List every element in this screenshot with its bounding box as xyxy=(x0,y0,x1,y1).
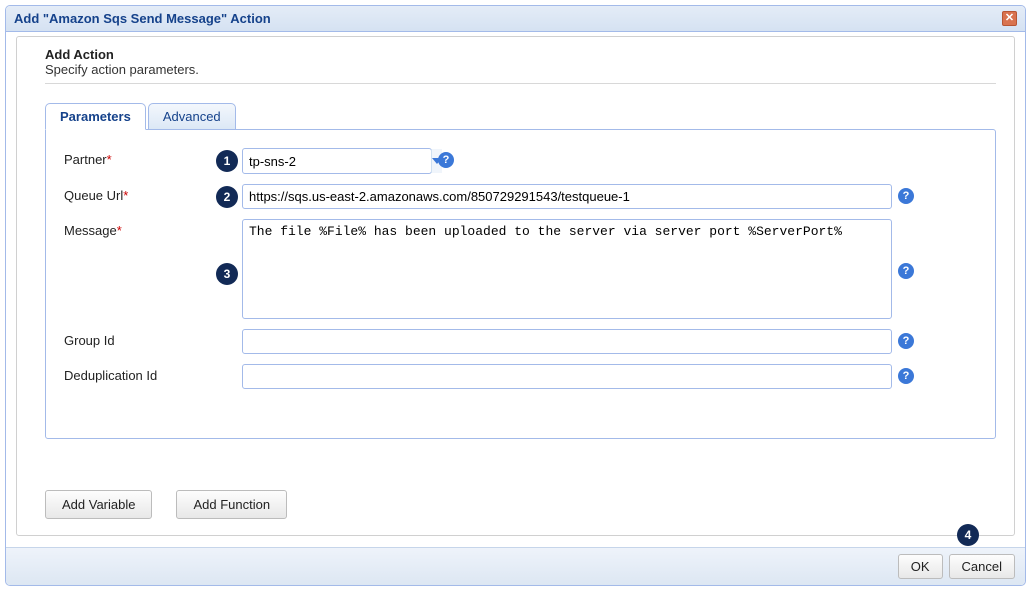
group-id-input[interactable] xyxy=(242,329,892,354)
section-subtitle: Specify action parameters. xyxy=(45,62,996,77)
label-partner-text: Partner xyxy=(64,152,107,167)
tab-advanced[interactable]: Advanced xyxy=(148,103,236,130)
add-function-button[interactable]: Add Function xyxy=(176,490,287,519)
tabs: Parameters Advanced xyxy=(45,102,996,129)
row-dedup-id: Deduplication Id ? xyxy=(64,364,977,389)
field-partner: ? xyxy=(242,148,454,174)
field-message: ? xyxy=(242,219,922,319)
label-queue-url-text: Queue Url xyxy=(64,188,123,203)
dialog-window: Add "Amazon Sqs Send Message" Action ✕ A… xyxy=(5,5,1026,586)
row-group-id: Group Id ? xyxy=(64,329,977,354)
row-queue-url: Queue Url* 2 ? xyxy=(64,184,977,209)
help-icon[interactable]: ? xyxy=(438,152,454,168)
inner-card: Add Action Specify action parameters. Pa… xyxy=(16,36,1015,536)
step-badge-4: 4 xyxy=(957,524,979,546)
required-mark: * xyxy=(123,188,128,203)
partner-combo[interactable] xyxy=(242,148,432,174)
badge-col-empty xyxy=(212,329,242,331)
help-icon[interactable]: ? xyxy=(898,188,914,204)
cancel-button[interactable]: Cancel xyxy=(949,554,1015,579)
help-icon[interactable]: ? xyxy=(898,333,914,349)
field-queue-url: ? xyxy=(242,184,922,209)
row-message: Message* 3 ? xyxy=(64,219,977,319)
label-message: Message* xyxy=(64,219,212,238)
bottom-button-row: Add Variable Add Function xyxy=(45,490,287,519)
badge-col-2: 2 xyxy=(212,184,242,208)
queue-url-input[interactable] xyxy=(242,184,892,209)
step-badge-2: 2 xyxy=(216,186,238,208)
badge-col-3: 3 xyxy=(212,219,242,285)
add-variable-button[interactable]: Add Variable xyxy=(45,490,152,519)
badge-col-1: 1 xyxy=(212,148,242,172)
field-dedup-id: ? xyxy=(242,364,922,389)
close-button[interactable]: ✕ xyxy=(1002,11,1017,26)
field-group-id: ? xyxy=(242,329,922,354)
step-badge-1: 1 xyxy=(216,150,238,172)
label-dedup-id: Deduplication Id xyxy=(64,364,212,383)
required-mark: * xyxy=(107,152,112,167)
badge-col-empty xyxy=(212,364,242,366)
label-partner: Partner* xyxy=(64,148,212,167)
dedup-id-input[interactable] xyxy=(242,364,892,389)
tab-panel-parameters: Partner* 1 ? xyxy=(45,129,996,439)
label-group-id: Group Id xyxy=(64,329,212,348)
close-icon: ✕ xyxy=(1005,12,1014,24)
divider xyxy=(45,83,996,84)
label-message-text: Message xyxy=(64,223,117,238)
label-queue-url: Queue Url* xyxy=(64,184,212,203)
message-textarea[interactable] xyxy=(242,219,892,319)
dialog-title: Add "Amazon Sqs Send Message" Action xyxy=(14,11,271,26)
help-icon[interactable]: ? xyxy=(898,368,914,384)
required-mark: * xyxy=(117,223,122,238)
tab-parameters[interactable]: Parameters xyxy=(45,103,146,130)
dialog-titlebar[interactable]: Add "Amazon Sqs Send Message" Action ✕ xyxy=(6,6,1025,32)
help-icon[interactable]: ? xyxy=(898,263,914,279)
dialog-footer: 4 OK Cancel xyxy=(6,547,1025,585)
section-title: Add Action xyxy=(45,47,996,62)
badge-col-4: 4 xyxy=(957,524,979,546)
row-partner: Partner* 1 ? xyxy=(64,148,977,174)
step-badge-3: 3 xyxy=(216,263,238,285)
dialog-body: Add Action Specify action parameters. Pa… xyxy=(6,32,1025,536)
ok-button[interactable]: OK xyxy=(898,554,943,579)
partner-input[interactable] xyxy=(243,149,431,173)
